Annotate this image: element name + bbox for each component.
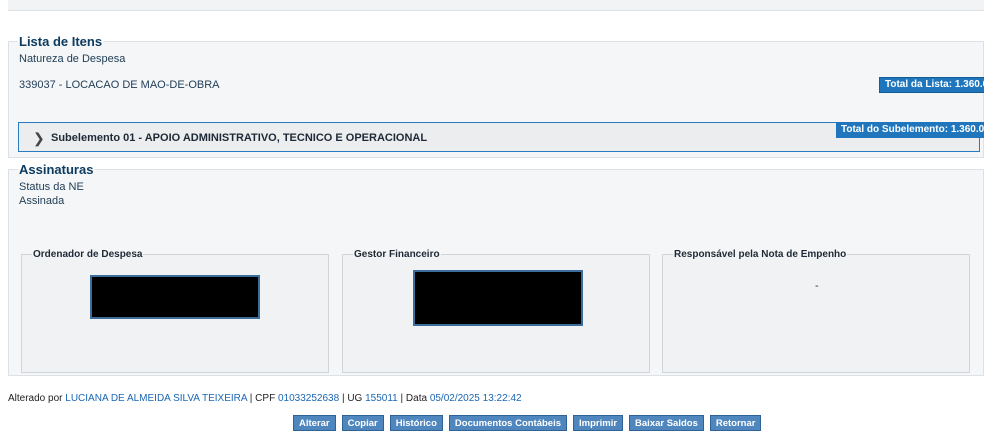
redacted-signature xyxy=(90,275,260,319)
assinaturas-legend: Assinaturas xyxy=(19,162,94,177)
natureza-label: Natureza de Despesa xyxy=(19,53,126,65)
historico-button[interactable]: Histórico xyxy=(389,415,443,431)
status-ne-value: Assinada xyxy=(19,195,65,207)
assinaturas-section: Assinaturas Status da NE Assinada Ordena… xyxy=(8,162,984,376)
redacted-signature xyxy=(413,270,583,326)
total-subelemento-badge: Total do Subelemento: 1.360.000,00 xyxy=(836,122,984,138)
chevron-right-icon[interactable]: ❯ xyxy=(33,130,45,147)
subelemento-row[interactable]: ❯ Subelemento 01 - APOIO ADMINISTRATIVO,… xyxy=(18,122,984,152)
action-buttons: Alterar Copiar Histórico Documentos Cont… xyxy=(293,415,762,431)
baixar-saldos-button[interactable]: Baixar Saldos xyxy=(629,415,704,431)
alteracao-info: Alterado por LUCIANA DE ALMEIDA SILVA TE… xyxy=(8,393,522,404)
lista-de-itens-legend: Lista de Itens xyxy=(19,34,103,49)
cpf-value: 01033252638 xyxy=(277,393,340,404)
copiar-button[interactable]: Copiar xyxy=(341,415,384,431)
alterar-button[interactable]: Alterar xyxy=(293,415,336,431)
lista-de-itens-section: Lista de Itens Natureza de Despesa 33903… xyxy=(8,34,984,158)
status-ne-label: Status da NE xyxy=(19,181,84,193)
data-value: 05/02/2025 13:22:42 xyxy=(429,393,522,404)
alterado-por-value: LUCIANA DE ALMEIDA SILVA TEIXEIRA xyxy=(65,393,248,404)
imprimir-button[interactable]: Imprimir xyxy=(573,415,624,431)
responsavel-legend: Responsável pela Nota de Empenho xyxy=(674,249,847,260)
total-lista-badge: Total da Lista: 1.360.000,00 xyxy=(879,77,984,93)
top-panel-edge xyxy=(8,0,984,11)
ug-label: | UG xyxy=(341,393,363,404)
ordenador-panel: Ordenador de Despesa xyxy=(21,249,329,373)
retornar-button[interactable]: Retornar xyxy=(709,415,762,431)
cpf-label: | CPF xyxy=(249,393,276,404)
responsavel-panel: Responsável pela Nota de Empenho - xyxy=(662,249,970,373)
documentos-contabeis-button[interactable]: Documentos Contábeis xyxy=(448,415,568,431)
natureza-value: 339037 - LOCACAO DE MAO-DE-OBRA xyxy=(19,79,220,91)
responsavel-value: - xyxy=(815,280,819,292)
ug-value: 155011 xyxy=(365,393,398,404)
subelemento-title[interactable]: Subelemento 01 - APOIO ADMINISTRATIVO, T… xyxy=(51,132,427,144)
ordenador-legend: Ordenador de Despesa xyxy=(33,249,143,260)
alterado-por-label: Alterado por xyxy=(8,393,63,404)
data-label: | Data xyxy=(400,393,428,404)
gestor-legend: Gestor Financeiro xyxy=(354,249,440,260)
gestor-panel: Gestor Financeiro xyxy=(342,249,650,373)
